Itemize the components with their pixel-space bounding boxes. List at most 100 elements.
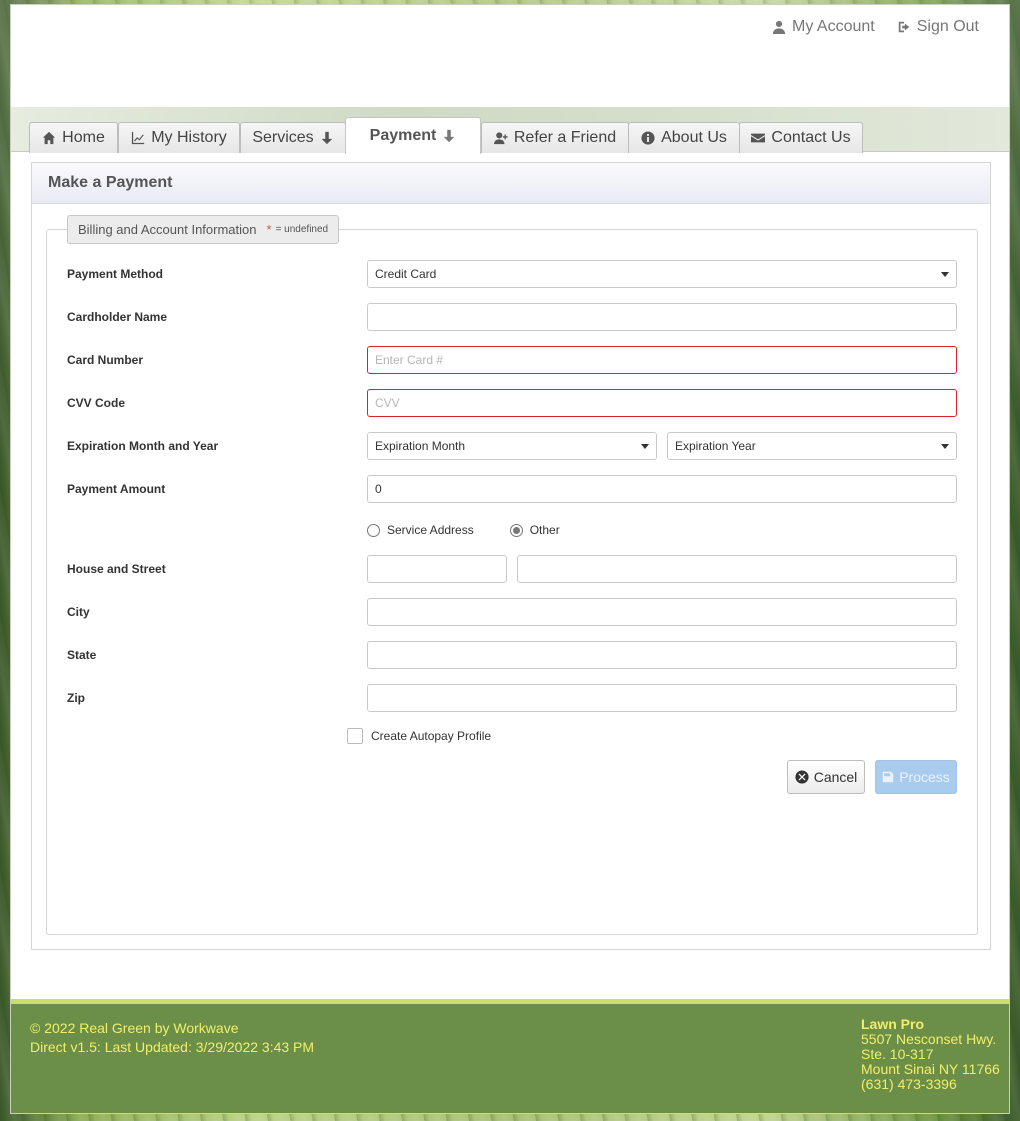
nav-tabbar: Home My History Services Payment Refer a… — [11, 107, 1009, 154]
street-input[interactable] — [517, 555, 957, 583]
expiration-year-value: Expiration Year — [675, 439, 756, 453]
tab-label: Home — [62, 129, 105, 146]
home-icon — [43, 131, 56, 145]
page-frame: My Account Sign Out Home My History Serv… — [10, 4, 1010, 1114]
user-icon — [772, 20, 786, 34]
address-line-1: 5507 Nesconset Hwy. — [861, 1031, 997, 1047]
envelope-icon — [751, 133, 766, 143]
zip-input[interactable] — [367, 684, 957, 712]
process-label: Process — [899, 769, 950, 785]
radio-button[interactable] — [367, 523, 380, 537]
state-row: State — [67, 641, 957, 669]
zip-row: Zip — [67, 684, 957, 712]
tab-my-history[interactable]: My History — [118, 122, 240, 153]
account-links: My Account Sign Out — [772, 18, 979, 36]
user-plus-icon — [493, 132, 508, 145]
cardholder-name-label: Cardholder Name — [67, 310, 168, 324]
my-account-link[interactable]: My Account — [772, 18, 875, 36]
card-number-input[interactable] — [367, 346, 957, 374]
tab-label: My History — [151, 129, 227, 146]
expiration-month-value: Expiration Month — [375, 439, 466, 453]
payment-method-select[interactable]: Credit Card — [367, 260, 957, 288]
arrow-down-icon — [321, 131, 332, 145]
required-note: = undefined — [275, 224, 329, 235]
state-input[interactable] — [367, 641, 957, 669]
save-icon — [882, 771, 894, 783]
copyright-text: © 2022 Real Green by Workwave — [30, 1020, 239, 1036]
times-circle-icon — [795, 770, 809, 784]
city-row: City — [67, 598, 957, 626]
cvv-label: CVV Code — [67, 396, 126, 410]
service-address-radio[interactable]: Service Address — [367, 523, 474, 537]
expiration-label: Expiration Month and Year — [67, 439, 219, 453]
payment-method-row: Payment Method Credit Card — [67, 260, 957, 288]
payment-amount-row: Payment Amount — [67, 475, 957, 503]
cvv-row: CVV Code — [67, 389, 957, 417]
state-label: State — [67, 648, 97, 662]
tab-services[interactable]: Services — [240, 122, 346, 153]
other-address-label: Other — [529, 523, 560, 537]
caret-down-icon — [941, 271, 949, 277]
sign-out-label: Sign Out — [916, 18, 979, 35]
tab-about-us[interactable]: About Us — [628, 122, 740, 153]
tab-label: Services — [252, 129, 314, 146]
caret-down-icon — [941, 443, 949, 449]
city-state-zip: Mount Sinai NY 11766 — [861, 1061, 1000, 1077]
tab-label: Payment — [369, 127, 437, 144]
company-name: Lawn Pro — [861, 1016, 925, 1032]
other-address-radio[interactable]: Other — [509, 523, 560, 537]
site-footer: © 2022 Real Green by Workwave Direct v1.… — [11, 999, 1009, 1113]
cancel-label: Cancel — [813, 769, 858, 785]
city-label: City — [67, 605, 90, 619]
panel-title: Make a Payment — [32, 163, 990, 204]
address-radio-group: Service Address Other — [367, 523, 560, 537]
address-choice-row: Service Address Other — [67, 518, 957, 546]
zip-label: Zip — [67, 691, 85, 705]
tab-home[interactable]: Home — [29, 122, 118, 153]
card-number-row: Card Number — [67, 346, 957, 374]
cardholder-name-input[interactable] — [367, 303, 957, 331]
sign-out-icon — [898, 21, 909, 33]
payment-panel: Make a Payment Billing and Account Infor… — [31, 162, 991, 950]
footer-left: © 2022 Real Green by Workwave Direct v1.… — [30, 1019, 314, 1057]
payment-amount-label: Payment Amount — [67, 482, 166, 496]
expiration-month-select[interactable]: Expiration Month — [367, 432, 657, 460]
cardholder-name-row: Cardholder Name — [67, 303, 957, 331]
sign-out-link[interactable]: Sign Out — [897, 18, 979, 36]
info-icon — [641, 131, 655, 145]
house-number-input[interactable] — [367, 555, 507, 583]
legend-label: Billing and Account Information — [78, 222, 257, 237]
my-account-label: My Account — [792, 18, 875, 35]
radio-button-selected[interactable] — [509, 523, 523, 537]
fieldset-legend: Billing and Account Information * = unde… — [67, 215, 340, 244]
payment-method-value: Credit Card — [375, 267, 437, 281]
tab-label: Contact Us — [771, 129, 851, 146]
tab-payment[interactable]: Payment — [345, 117, 481, 154]
card-number-label: Card Number — [67, 353, 144, 367]
expiration-row: Expiration Month and Year Expiration Mon… — [67, 432, 957, 460]
version-text: Direct v1.5: Last Updated: 3/29/2022 3:4… — [30, 1039, 315, 1055]
autopay-label: Create Autopay Profile — [371, 729, 492, 743]
expiration-year-select[interactable]: Expiration Year — [667, 432, 957, 460]
tab-contact-us[interactable]: Contact Us — [739, 122, 863, 153]
payment-amount-input[interactable] — [367, 475, 957, 503]
tab-label: Refer a Friend — [513, 129, 617, 146]
address-line-2: Ste. 10-317 — [861, 1046, 934, 1062]
autopay-checkbox[interactable] — [347, 728, 363, 744]
house-street-label: House and Street — [67, 562, 166, 576]
service-address-label: Service Address — [387, 523, 474, 537]
tab-label: About Us — [661, 129, 727, 146]
payment-method-label: Payment Method — [67, 267, 164, 281]
phone-number: (631) 473-3396 — [861, 1076, 957, 1092]
city-input[interactable] — [367, 598, 957, 626]
house-street-row: House and Street — [67, 555, 957, 583]
company-contact: Lawn Pro 5507 Nesconset Hwy. Ste. 10-317… — [861, 1017, 1000, 1092]
tab-refer-a-friend[interactable]: Refer a Friend — [481, 122, 629, 153]
cvv-input[interactable] — [367, 389, 957, 417]
caret-down-icon — [641, 443, 649, 449]
cancel-button[interactable]: Cancel — [787, 760, 865, 794]
line-chart-icon — [132, 131, 145, 145]
billing-fieldset: Billing and Account Information * = unde… — [46, 215, 978, 935]
autopay-checkbox-row[interactable]: Create Autopay Profile — [347, 728, 491, 744]
process-button[interactable]: Process — [875, 760, 957, 794]
